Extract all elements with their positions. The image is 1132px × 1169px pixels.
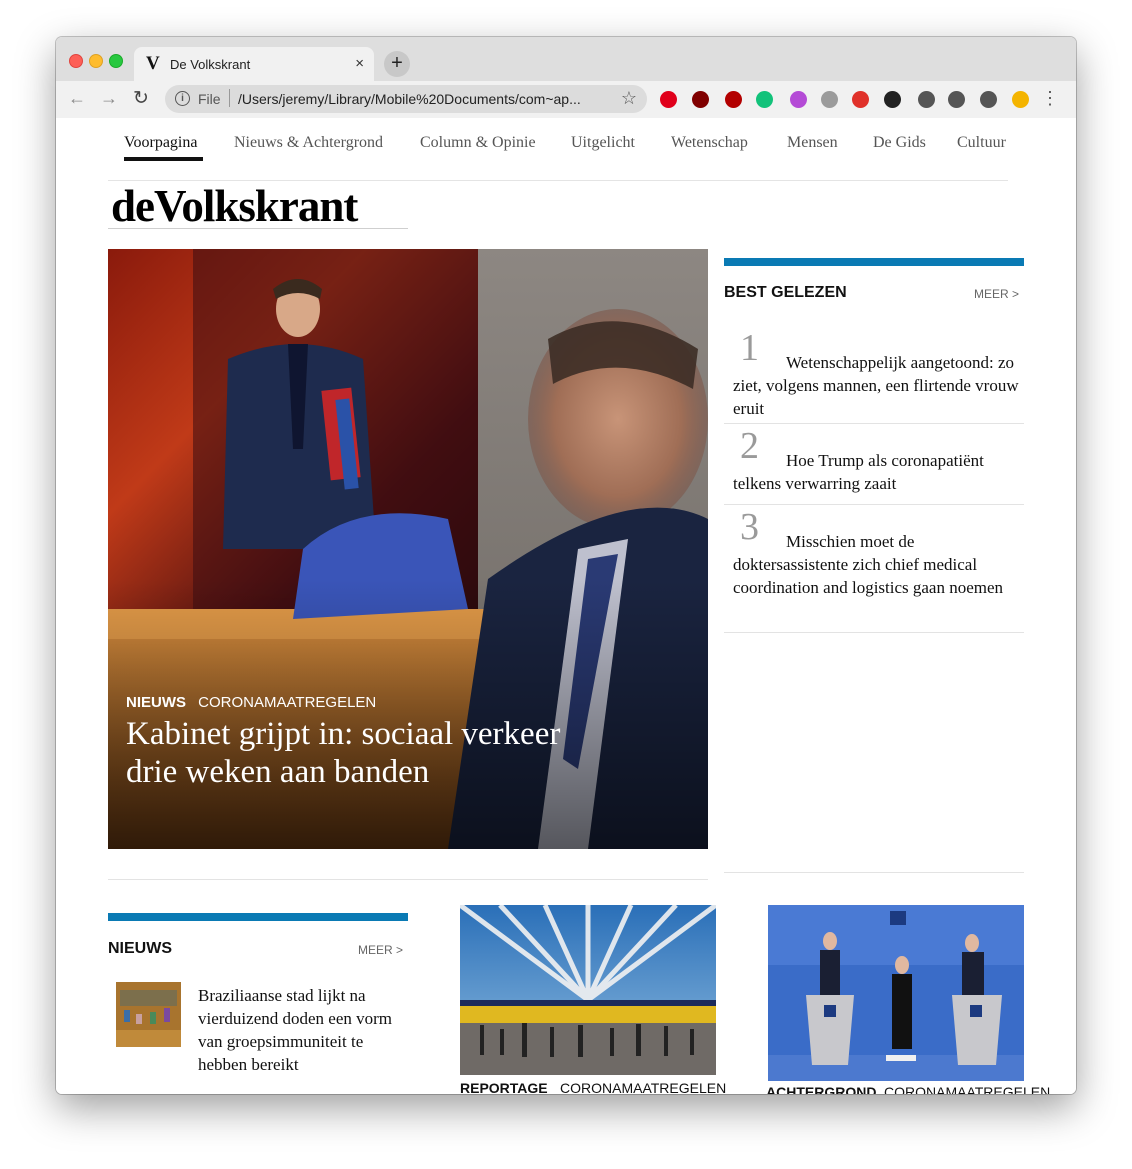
browser-menu-icon[interactable]: ⋮: [1041, 89, 1059, 107]
nieuws-item-title[interactable]: Braziliaanse stad lijkt na vierduizend d…: [198, 984, 398, 1076]
nav-item-voorpagina[interactable]: Voorpagina: [124, 134, 197, 152]
site-nav: Voorpagina Nieuws & Achtergrond Column & O…: [124, 134, 1009, 161]
rank-title[interactable]: Hoe Trump als coronapatiënt telkens verw…: [733, 449, 1019, 495]
sidebar-divider: [724, 872, 1024, 873]
active-nav-underline: [124, 157, 203, 161]
browser-toolbar: ← → ↻ i File /Users/jeremy/Library/Mobil…: [56, 81, 1076, 119]
hero-section-tag[interactable]: NIEUWS: [126, 694, 186, 711]
media-queue-icon[interactable]: [980, 91, 997, 108]
best-gelezen-more-link[interactable]: MEER >: [974, 287, 1019, 301]
address-url[interactable]: /Users/jeremy/Library/Mobile%20Documents…: [238, 91, 581, 107]
reportage-photo[interactable]: [460, 905, 716, 1075]
best-gelezen-item-1[interactable]: 1 Wetenschappelijk aangetoond: zo ziet, …: [724, 326, 1024, 424]
best-gelezen-item-3[interactable]: 3 Misschien moet de doktersassistente zi…: [724, 505, 1024, 633]
puzzle-icon[interactable]: [948, 91, 965, 108]
rank-title[interactable]: Wetenschappelijk aangetoond: zo ziet, vo…: [733, 351, 1019, 420]
address-divider: [229, 89, 230, 107]
nav-item-column-opinie[interactable]: Column & Opinie: [420, 134, 536, 152]
nieuws-item-thumbnail[interactable]: [116, 982, 181, 1047]
nav-item-cultuur[interactable]: Cultuur: [957, 134, 1006, 152]
card-2-category[interactable]: CORONAMAATREGELEN: [884, 1084, 1050, 1094]
nav-item-de-gids[interactable]: De Gids: [873, 134, 926, 152]
best-gelezen-title: BEST GELEZEN: [724, 284, 847, 301]
address-scheme-label: File: [198, 91, 221, 107]
tp-icon[interactable]: [852, 91, 869, 108]
maximize-window-button[interactable]: [109, 54, 123, 68]
bookmark-star-icon[interactable]: ☆: [621, 88, 637, 109]
nav-item-mensen[interactable]: Mensen: [787, 134, 838, 152]
nav-item-wetenschap[interactable]: Wetenschap: [671, 134, 748, 152]
ublock-origin-icon[interactable]: [725, 91, 742, 108]
address-bar[interactable]: i File /Users/jeremy/Library/Mobile%20Do…: [165, 85, 647, 113]
ublock-icon[interactable]: [692, 91, 709, 108]
profile-avatar-icon[interactable]: [1012, 91, 1029, 108]
translate-icon[interactable]: [821, 91, 838, 108]
volkskrant-logo[interactable]: deVolkskrant: [111, 180, 358, 232]
eyedropper-icon[interactable]: [918, 91, 935, 108]
color-wheel-icon[interactable]: [790, 91, 807, 108]
rank-title[interactable]: Misschien moet de doktersassistente zich…: [733, 530, 1019, 599]
back-arrow-icon[interactable]: ←: [68, 88, 86, 109]
new-tab-button[interactable]: +: [384, 51, 410, 77]
best-gelezen-item-2[interactable]: 2 Hoe Trump als coronapatiënt telkens ve…: [724, 424, 1024, 505]
card-1-category[interactable]: CORONAMAATREGELEN: [560, 1080, 726, 1094]
reload-icon[interactable]: ↻: [133, 87, 149, 110]
card-1-tag[interactable]: REPORTAGE: [460, 1080, 548, 1094]
info-icon[interactable]: i: [175, 91, 190, 106]
notion-icon[interactable]: [884, 91, 901, 108]
logo-divider: [108, 228, 408, 229]
hero-category-tag[interactable]: CORONAMAATREGELEN: [198, 694, 376, 711]
volkskrant-favicon-icon: V: [146, 53, 160, 74]
achtergrond-photo[interactable]: [768, 905, 1024, 1081]
browser-tab[interactable]: V De Volkskrant ×: [134, 47, 374, 81]
minimize-window-button[interactable]: [89, 54, 103, 68]
hero-headline[interactable]: Kabinet grijpt in: sociaal verkeer drie …: [126, 715, 566, 791]
close-tab-icon[interactable]: ×: [355, 55, 364, 72]
page-content: Voorpagina Nieuws & Achtergrond Column & O…: [56, 118, 1076, 1094]
best-gelezen-accent-bar: [724, 258, 1024, 266]
close-window-button[interactable]: [69, 54, 83, 68]
nieuws-more-link[interactable]: MEER >: [358, 943, 403, 957]
nav-item-nieuws-achtergrond[interactable]: Nieuws & Achtergrond: [234, 134, 383, 152]
tab-strip: V De Volkskrant × +: [56, 37, 1076, 81]
nieuws-accent-bar: [108, 913, 408, 921]
nav-item-uitgelicht[interactable]: Uitgelicht: [571, 134, 635, 152]
opera-icon[interactable]: [660, 91, 677, 108]
forward-arrow-icon[interactable]: →: [100, 88, 118, 109]
card-2-tag[interactable]: ACHTERGROND: [766, 1084, 876, 1094]
bird-icon[interactable]: [756, 91, 773, 108]
hero-tags: NIEUWS CORONAMAATREGELEN: [126, 694, 376, 711]
tab-title: De Volkskrant: [170, 57, 251, 72]
hero-divider: [108, 879, 708, 880]
browser-window: V De Volkskrant × + ← → ↻ i File /Users/…: [56, 37, 1076, 1094]
nieuws-title: NIEUWS: [108, 940, 172, 957]
hero-article[interactable]: NIEUWS CORONAMAATREGELEN Kabinet grijpt …: [108, 249, 708, 849]
